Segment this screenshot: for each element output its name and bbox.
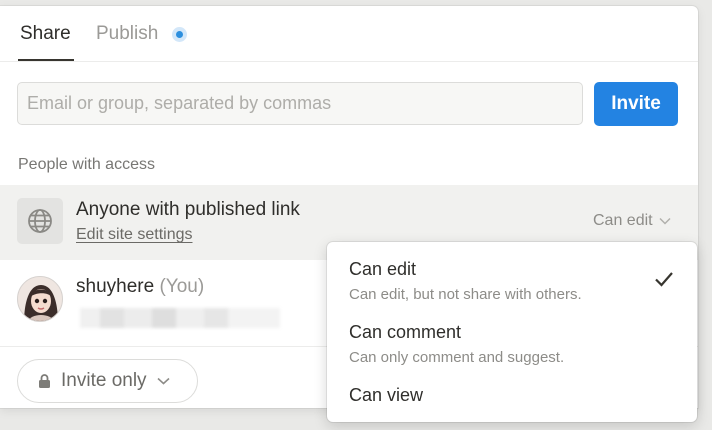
edit-site-settings-link[interactable]: Edit site settings: [76, 226, 193, 244]
permission-menu: Can edit Can edit, but not share with ot…: [327, 242, 697, 422]
permission-dropdown[interactable]: Can edit: [593, 212, 671, 230]
share-tabs: Share Publish: [0, 6, 698, 62]
menu-item-can-comment[interactable]: Can comment Can only comment and suggest…: [327, 305, 697, 367]
permission-value: Can edit: [593, 212, 653, 229]
chevron-down-icon: [659, 217, 671, 225]
tab-share[interactable]: Share: [20, 23, 71, 45]
access-row-title: Anyone with published link: [76, 199, 300, 220]
publish-status-dot-icon: [172, 27, 187, 42]
menu-item-title: Can edit: [349, 259, 417, 279]
invite-only-dropdown[interactable]: Invite only: [17, 359, 198, 403]
menu-item-description: Can only comment and suggest.: [349, 349, 565, 366]
you-label: (You): [159, 276, 205, 297]
invite-only-label: Invite only: [61, 370, 147, 391]
checkmark-icon: [655, 272, 673, 287]
menu-item-title: Can comment: [349, 322, 462, 342]
people-with-access-heading: People with access: [18, 156, 155, 173]
invite-button[interactable]: Invite: [594, 82, 678, 126]
menu-item-can-edit[interactable]: Can edit Can edit, but not share with ot…: [327, 242, 697, 304]
invite-email-input[interactable]: [17, 82, 583, 125]
lock-icon: [39, 374, 50, 388]
globe-icon: [17, 198, 63, 244]
menu-item-title: Can view: [349, 385, 424, 405]
menu-item-can-view[interactable]: Can view: [327, 368, 697, 430]
redacted-email: [80, 308, 280, 328]
active-tab-indicator: [18, 59, 74, 61]
avatar: [17, 276, 63, 322]
menu-item-description: Can edit, but not share with others.: [349, 286, 582, 303]
chevron-down-icon: [157, 377, 170, 385]
tab-publish[interactable]: Publish: [96, 23, 158, 45]
user-name-line: shuyhere (You): [76, 276, 204, 298]
user-name: shuyhere: [76, 276, 155, 297]
